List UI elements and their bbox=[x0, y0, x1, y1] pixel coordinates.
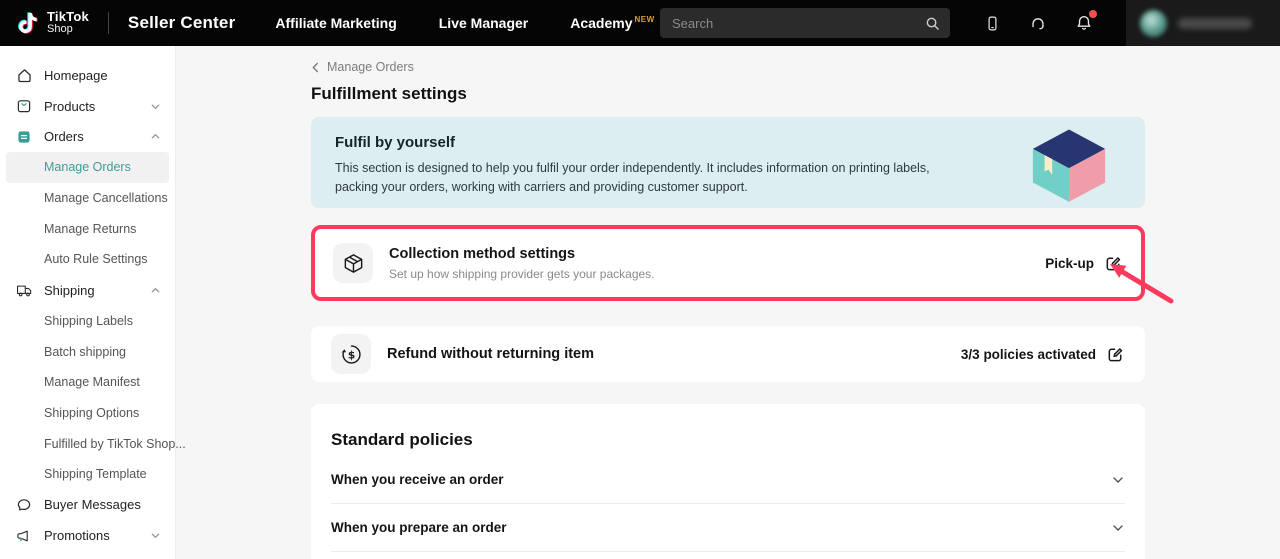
topbar-nav: Affiliate Marketing Live Manager Academy… bbox=[275, 15, 654, 31]
sidebar-item-label: Shipping Options bbox=[44, 406, 139, 420]
sidebar-item-shipping-template[interactable]: Shipping Template bbox=[0, 459, 175, 490]
refund-dollar-icon: $ bbox=[331, 334, 371, 374]
sidebar: Homepage Products Orders Manage Orders M… bbox=[0, 46, 176, 559]
policy-row-prepare-order[interactable]: When you prepare an order bbox=[331, 504, 1125, 552]
sidebar-item-label: Manage Returns bbox=[44, 222, 136, 236]
brand-line1: TikTok bbox=[47, 10, 89, 24]
chevron-down-icon bbox=[150, 530, 161, 541]
sidebar-item-label: Batch shipping bbox=[44, 345, 126, 359]
edit-refund-policies-icon[interactable] bbox=[1106, 345, 1125, 364]
brand-text: TikTok Shop bbox=[47, 10, 89, 35]
sidebar-item-homepage[interactable]: Homepage bbox=[0, 60, 175, 91]
chat-bubble-icon bbox=[16, 496, 33, 513]
sidebar-item-shipping-labels[interactable]: Shipping Labels bbox=[0, 306, 175, 337]
sidebar-item-label: Homepage bbox=[44, 68, 108, 83]
brand-line2: Shop bbox=[47, 24, 89, 36]
chevron-up-icon bbox=[150, 131, 161, 142]
package-box-illustration bbox=[1027, 126, 1111, 207]
collection-method-settings-card[interactable]: Collection method settings Set up how sh… bbox=[311, 225, 1145, 301]
sidebar-item-products[interactable]: Products bbox=[0, 91, 175, 122]
account-menu[interactable] bbox=[1126, 0, 1280, 46]
standard-policies-title: Standard policies bbox=[331, 430, 1125, 450]
banner-description: This section is designed to help you ful… bbox=[335, 159, 965, 197]
shipping-truck-icon bbox=[16, 282, 33, 299]
sidebar-item-manage-returns[interactable]: Manage Returns bbox=[0, 213, 175, 244]
nav-affiliate-marketing[interactable]: Affiliate Marketing bbox=[275, 15, 396, 31]
sidebar-item-shipping[interactable]: Shipping bbox=[0, 275, 175, 306]
svg-text:$: $ bbox=[347, 349, 354, 361]
support-headset-icon[interactable] bbox=[1028, 13, 1048, 33]
sidebar-item-label: Manage Manifest bbox=[44, 375, 140, 389]
nav-academy-label: Academy bbox=[570, 15, 632, 31]
sidebar-item-promotions[interactable]: Promotions bbox=[0, 520, 175, 551]
topbar-right-icons bbox=[982, 0, 1280, 46]
fulfil-by-yourself-banner: Fulfil by yourself This section is desig… bbox=[311, 117, 1145, 208]
sidebar-item-label: Shipping bbox=[44, 283, 95, 298]
notifications-bell-icon[interactable] bbox=[1074, 13, 1094, 33]
edit-collection-method-icon[interactable] bbox=[1104, 254, 1123, 273]
sidebar-item-label: Shipping Labels bbox=[44, 314, 133, 328]
chevron-down-icon bbox=[150, 101, 161, 112]
sidebar-item-auto-rule-settings[interactable]: Auto Rule Settings bbox=[0, 244, 175, 275]
breadcrumb-back-manage-orders[interactable]: Manage Orders bbox=[311, 60, 1145, 74]
sidebar-item-manage-orders[interactable]: Manage Orders bbox=[6, 152, 169, 183]
orders-icon bbox=[16, 128, 33, 145]
sidebar-item-buyer-messages[interactable]: Buyer Messages bbox=[0, 490, 175, 521]
policy-row-label: When you receive an order bbox=[331, 472, 504, 487]
new-badge: NEW bbox=[635, 15, 655, 24]
policy-row-receive-order[interactable]: When you receive an order bbox=[331, 456, 1125, 504]
breadcrumb-label: Manage Orders bbox=[327, 60, 414, 74]
policies-activated-value: 3/3 policies activated bbox=[961, 347, 1096, 362]
products-icon bbox=[16, 98, 33, 115]
nav-live-manager[interactable]: Live Manager bbox=[439, 15, 528, 31]
tiktok-shop-logo[interactable]: TikTok Shop bbox=[16, 10, 89, 35]
pickup-value: Pick-up bbox=[1045, 256, 1094, 271]
sidebar-item-batch-shipping[interactable]: Batch shipping bbox=[0, 336, 175, 367]
sidebar-item-label: Shipping Template bbox=[44, 467, 147, 481]
topbar-divider bbox=[108, 12, 109, 34]
tiktok-note-icon bbox=[16, 11, 40, 35]
sidebar-item-label: Orders bbox=[44, 129, 84, 144]
search-input[interactable] bbox=[672, 16, 925, 31]
account-name-blurred bbox=[1178, 18, 1252, 29]
sidebar-item-label: Auto Rule Settings bbox=[44, 252, 148, 266]
chevron-up-icon bbox=[150, 285, 161, 296]
global-search[interactable] bbox=[660, 8, 950, 38]
standard-policies-card: Standard policies When you receive an or… bbox=[311, 404, 1145, 559]
sidebar-item-label: Manage Cancellations bbox=[44, 191, 168, 205]
banner-title: Fulfil by yourself bbox=[335, 134, 1121, 151]
sidebar-item-fulfilled-by-tiktok-shop[interactable]: Fulfilled by TikTok Shop... bbox=[0, 428, 175, 459]
sidebar-item-label: Products bbox=[44, 99, 95, 114]
collection-card-text: Collection method settings Set up how sh… bbox=[389, 246, 655, 281]
chevron-down-icon bbox=[1111, 473, 1125, 487]
megaphone-icon bbox=[16, 527, 33, 544]
chevron-down-icon bbox=[1111, 521, 1125, 535]
collection-card-subtitle: Set up how shipping provider gets your p… bbox=[389, 267, 655, 281]
sidebar-item-label: Fulfilled by TikTok Shop... bbox=[44, 437, 186, 451]
refund-card-title: Refund without returning item bbox=[387, 346, 594, 362]
sidebar-item-label: Manage Orders bbox=[44, 160, 131, 174]
policy-row-label: When you prepare an order bbox=[331, 520, 507, 535]
search-icon[interactable] bbox=[925, 16, 940, 31]
top-navigation-bar: TikTok Shop Seller Center Affiliate Mark… bbox=[0, 0, 1280, 46]
sidebar-item-shipping-options[interactable]: Shipping Options bbox=[0, 398, 175, 429]
sidebar-item-manage-cancellations[interactable]: Manage Cancellations bbox=[0, 183, 175, 214]
nav-academy[interactable]: AcademyNEW bbox=[570, 15, 654, 31]
avatar[interactable] bbox=[1140, 10, 1167, 37]
home-icon bbox=[16, 67, 33, 84]
page-title: Fulfillment settings bbox=[311, 84, 1145, 104]
sidebar-item-label: Buyer Messages bbox=[44, 497, 141, 512]
collection-card-title: Collection method settings bbox=[389, 246, 655, 262]
package-cube-icon bbox=[333, 243, 373, 283]
app-title[interactable]: Seller Center bbox=[128, 13, 235, 33]
sidebar-item-label: Promotions bbox=[44, 528, 110, 543]
notification-dot bbox=[1089, 10, 1097, 18]
refund-without-returning-card[interactable]: $ Refund without returning item 3/3 poli… bbox=[311, 326, 1145, 382]
sidebar-item-manage-manifest[interactable]: Manage Manifest bbox=[0, 367, 175, 398]
back-chevron-icon bbox=[311, 62, 320, 73]
mobile-app-icon[interactable] bbox=[982, 13, 1002, 33]
sidebar-item-orders[interactable]: Orders bbox=[0, 121, 175, 152]
main-content: Manage Orders Fulfillment settings Fulfi… bbox=[176, 46, 1280, 559]
